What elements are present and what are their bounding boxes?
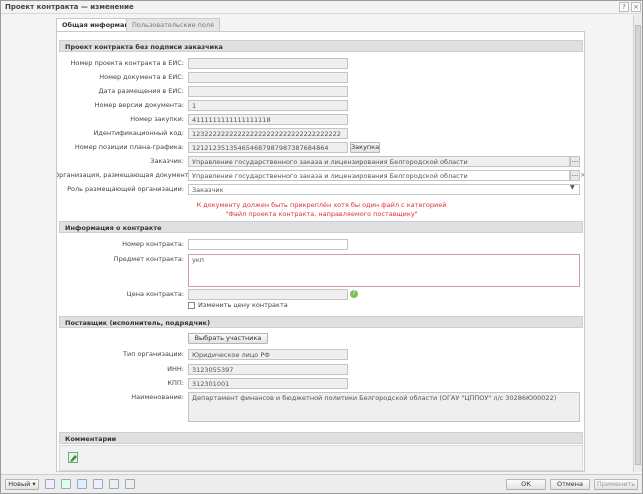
main-panel: Проект контракта без подписи заказчика Н…	[56, 31, 585, 472]
label-version: Номер версии документа:	[94, 101, 184, 109]
field-version: 1	[188, 100, 348, 111]
purchase-button[interactable]: Закупка	[350, 142, 380, 153]
field-plan-position: 121212351354654687987987387684864	[188, 142, 348, 153]
copy-icon[interactable]	[61, 479, 71, 489]
section-comments: Комментарии	[59, 432, 583, 444]
change-price-checkbox[interactable]	[188, 302, 195, 309]
comments-area	[59, 445, 583, 471]
help-button[interactable]: ?	[619, 2, 629, 12]
contract-subject-textarea[interactable]: укп	[188, 254, 580, 287]
field-ident-code: 123222222222222222222222222222222222	[188, 128, 348, 139]
close-button[interactable]: ×	[631, 2, 641, 12]
mail-icon[interactable]	[125, 479, 135, 489]
field-purchase-number: 4111111111111111118	[188, 114, 348, 125]
label-contract-price: Цена контракта:	[126, 290, 184, 298]
cancel-button[interactable]: Отмена	[550, 479, 590, 490]
field-inn: 3123055397	[188, 364, 348, 375]
title-bar: Проект контракта — изменение ? ×	[1, 1, 642, 14]
label-eis-date: Дата размещения в ЕИС:	[98, 87, 184, 95]
clear-icon[interactable]: ×	[580, 171, 584, 179]
chevron-down-icon[interactable]: ▼	[570, 184, 575, 191]
label-role: Роль размещающей организации:	[67, 185, 184, 193]
label-name: Наименование:	[131, 393, 184, 401]
scrollbar[interactable]	[633, 15, 642, 472]
warning-line-1: К документу должен быть прикреплён хотя …	[196, 201, 447, 209]
label-inn: ИНН:	[167, 365, 184, 373]
field-eis-date	[188, 86, 348, 97]
scrollbar-thumb[interactable]	[635, 25, 641, 465]
section-supplier: Поставщик (исполнитель, подрядчик)	[59, 316, 583, 328]
field-eis-doc-number	[188, 72, 348, 83]
section-contract: Информация о контракте	[59, 221, 583, 233]
label-kpp: КПП:	[167, 379, 184, 387]
label-eis-project-number: Номер проекта контракта в ЕИС:	[70, 59, 184, 67]
role-select[interactable]: Заказчик	[188, 184, 580, 195]
label-eis-doc-number: Номер документа в ЕИС:	[99, 73, 184, 81]
edit-window: Проект контракта — изменение ? × Общая и…	[0, 0, 643, 494]
label-purchase-number: Номер закупки:	[130, 115, 184, 123]
choose-participant-button[interactable]: Выбрать участника	[188, 333, 268, 344]
contract-price-field	[188, 289, 348, 300]
field-kpp: 312301001	[188, 378, 348, 389]
label-plan-position: Номер позиции плана-графика:	[74, 143, 184, 151]
refresh-icon[interactable]	[77, 479, 87, 489]
link-icon[interactable]	[109, 479, 119, 489]
ok-button[interactable]: ОК	[506, 479, 546, 490]
change-price-label: Изменить цену контракта	[198, 301, 288, 309]
edit-comment-icon[interactable]	[68, 452, 78, 463]
label-customer: Заказчик:	[150, 157, 184, 165]
placing-org-select-button[interactable]: ...	[570, 170, 580, 181]
new-button[interactable]: Новый ▾	[5, 479, 39, 490]
document-icon[interactable]	[45, 479, 55, 489]
label-contract-subject: Предмет контракта:	[113, 255, 184, 263]
label-ident-code: Идентификационный код:	[93, 129, 184, 137]
label-placing-org: Организация, размещающая документ:	[56, 171, 191, 179]
window-title: Проект контракта — изменение	[5, 3, 134, 11]
apply-button[interactable]: Применить	[594, 479, 638, 490]
field-org-type: Юридическое лицо РФ	[188, 349, 348, 360]
label-org-type: Тип организации:	[123, 350, 184, 358]
tab-custom-fields[interactable]: Пользовательские поля	[126, 18, 220, 31]
field-eis-project-number	[188, 58, 348, 69]
help-icon[interactable]: ?	[350, 290, 358, 298]
field-placing-org[interactable]: Управление государственного заказа и лиц…	[188, 170, 570, 181]
bottom-toolbar: Новый ▾ ОК Отмена Применить	[1, 474, 642, 493]
warning-line-2: "Файл проекта контракта, направляемого п…	[225, 210, 418, 218]
contract-number-input[interactable]	[188, 239, 348, 250]
customer-select-button[interactable]: ...	[570, 156, 580, 167]
field-customer: Управление государственного заказа и лиц…	[188, 156, 570, 167]
field-supplier-name: Департамент финансов и бюджетной политик…	[188, 392, 580, 422]
label-contract-number: Номер контракта:	[122, 240, 184, 248]
attach-icon[interactable]	[93, 479, 103, 489]
section-project: Проект контракта без подписи заказчика	[59, 40, 583, 52]
